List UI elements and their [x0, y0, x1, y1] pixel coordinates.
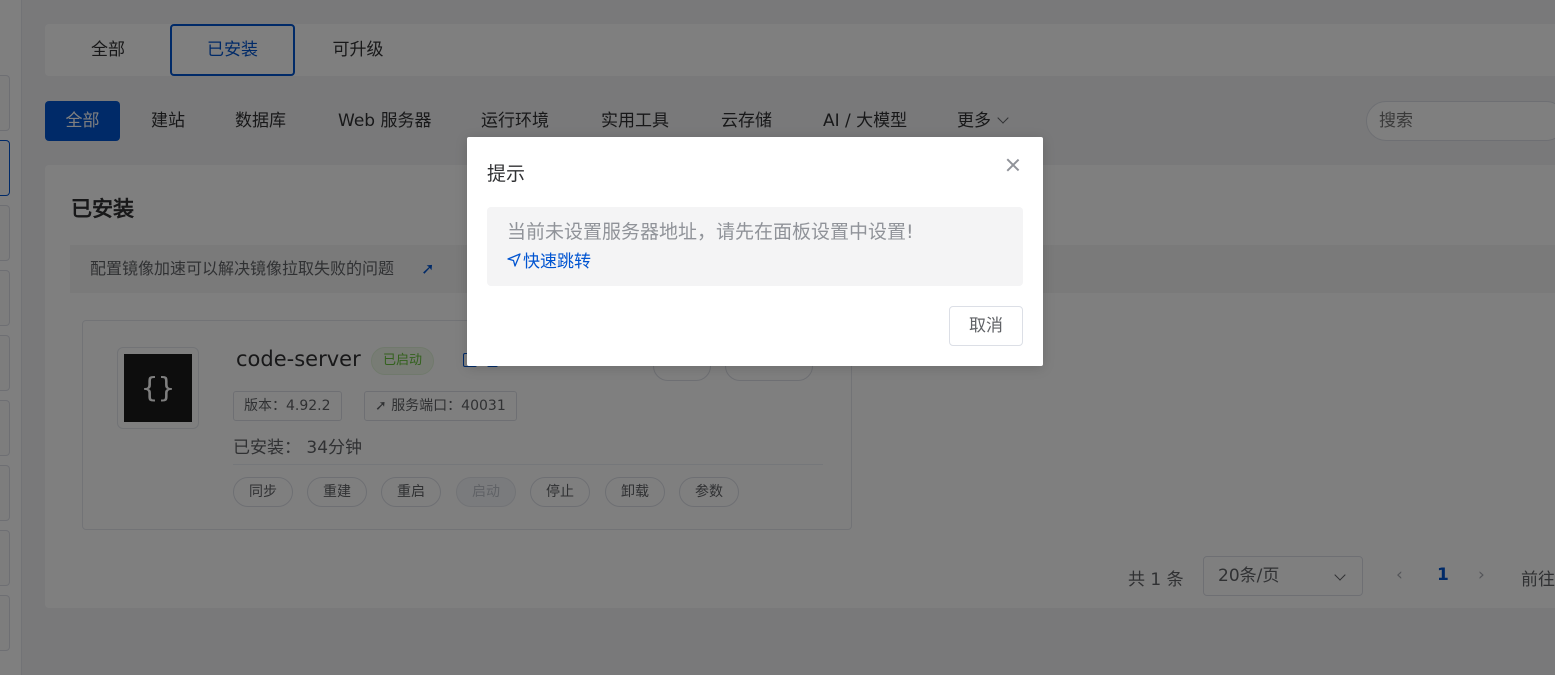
- quick-jump-label: 快速跳转: [523, 252, 591, 272]
- cancel-button[interactable]: 取消: [949, 306, 1023, 346]
- navigation-arrow-icon: [507, 252, 521, 267]
- app-store-page: 全部 已安装 可升级 全部 建站 数据库 Web 服务器 运行环境 实用工具 云…: [0, 0, 1555, 675]
- dialog-alert: 当前未设置服务器地址，请先在面板设置中设置! 快速跳转: [487, 207, 1023, 286]
- quick-jump-link[interactable]: 快速跳转: [507, 247, 591, 272]
- dialog-title: 提示: [487, 163, 526, 185]
- prompt-dialog: 提示 当前未设置服务器地址，请先在面板设置中设置! 快速跳转 取消: [467, 137, 1043, 366]
- close-icon[interactable]: [1003, 155, 1023, 175]
- dialog-message: 当前未设置服务器地址，请先在面板设置中设置!: [507, 221, 914, 243]
